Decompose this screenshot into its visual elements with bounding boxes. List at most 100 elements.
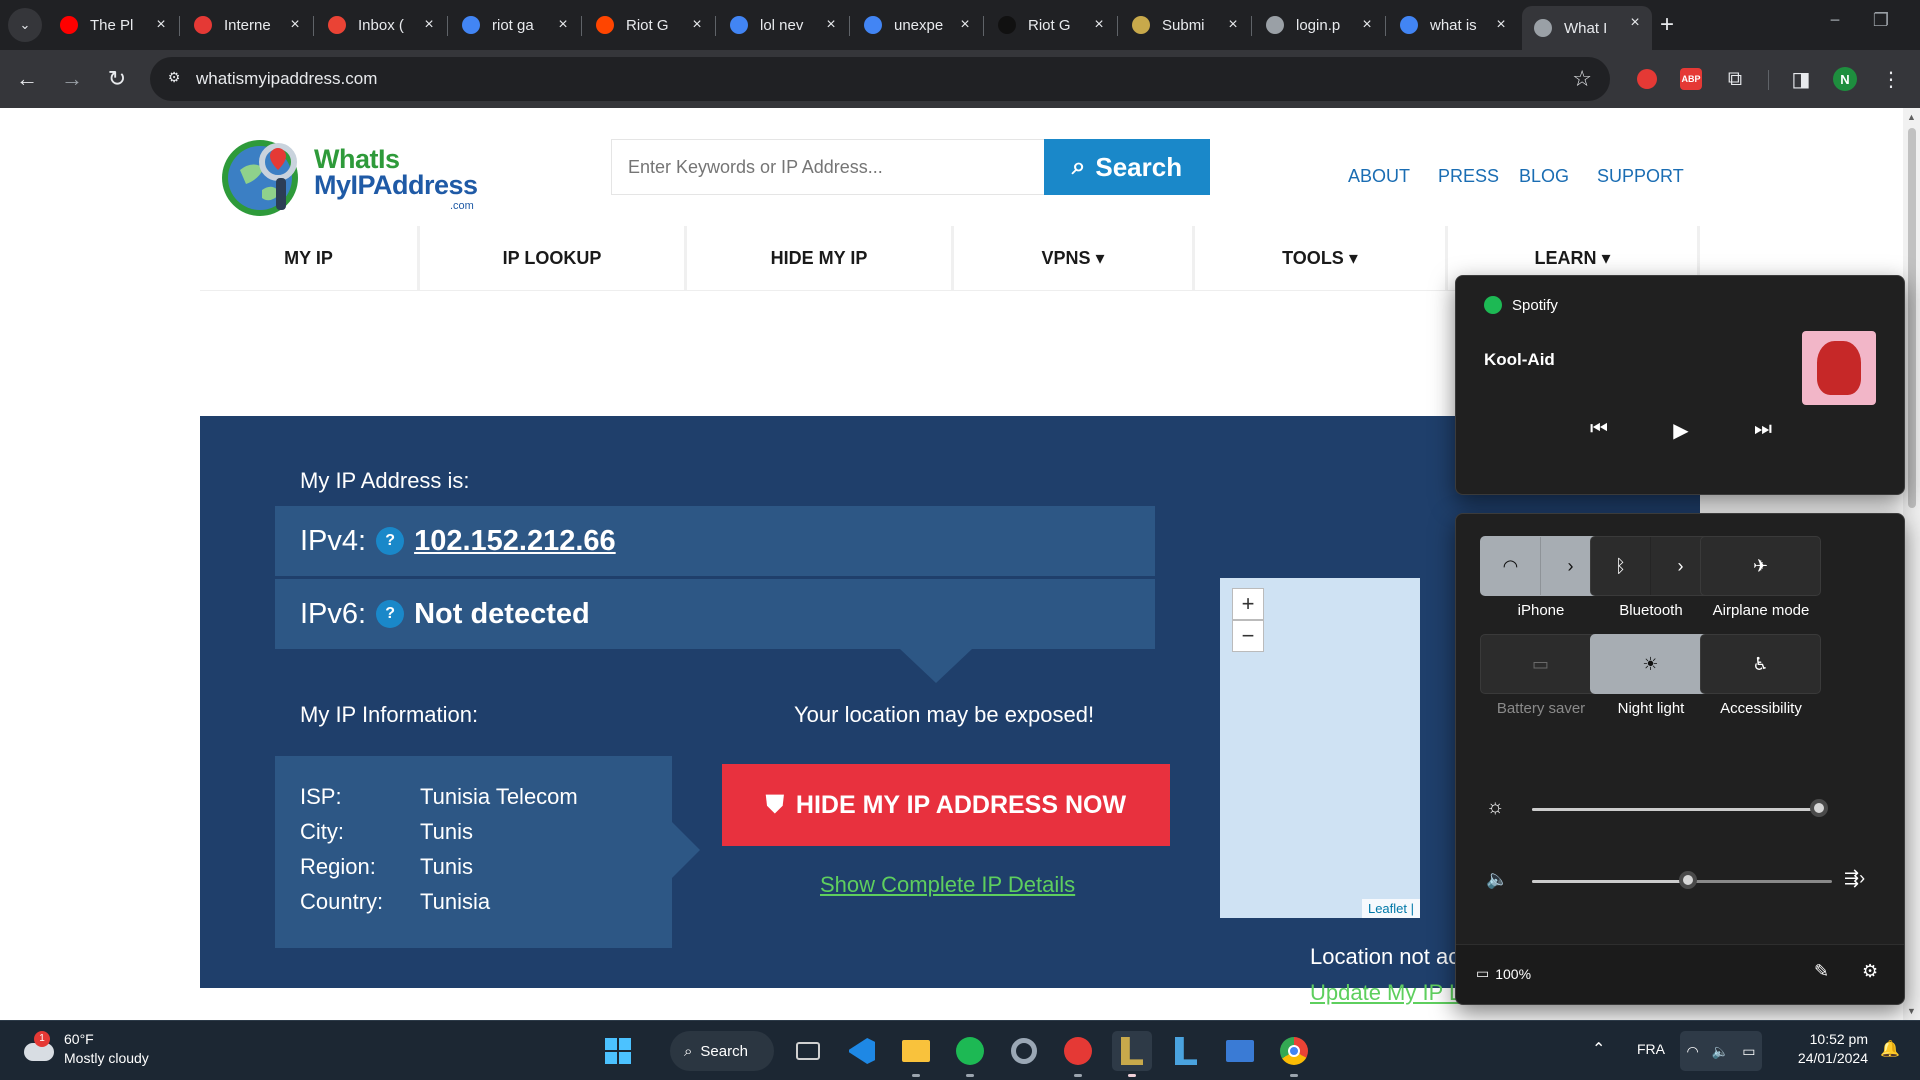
quick-setting-accessibility[interactable]: ♿ [1700,634,1821,694]
quick-setting-bluetooth[interactable]: ᛒ › [1590,536,1711,596]
close-tab-icon[interactable]: × [420,16,438,34]
taskbar-spotify[interactable] [950,1031,990,1077]
browser-tab[interactable]: unexpe × [852,8,982,42]
link-blog[interactable]: BLOG [1519,166,1569,187]
new-tab-button[interactable]: + [1652,10,1682,40]
site-search-button[interactable]: ⌕ Search [1044,139,1210,195]
taskbar-riot-client[interactable] [1058,1031,1098,1077]
scroll-up-arrow-icon[interactable]: ▲ [1907,112,1916,122]
forward-button[interactable]: → [55,62,89,96]
browser-tab[interactable]: Submi × [1120,8,1250,42]
close-tab-icon[interactable]: × [822,16,840,34]
taskbar-settings[interactable] [1004,1031,1044,1071]
weather-widget[interactable]: 1 [20,1031,60,1071]
page-scrollbar[interactable]: ▲ ▼ [1903,108,1920,1020]
audio-output-icon[interactable]: ⇶› [1844,868,1865,889]
site-info-icon[interactable]: ⚙ [164,69,184,89]
input-language[interactable]: FRA [1637,1041,1665,1057]
taskbar-chrome[interactable] [1274,1031,1314,1077]
quick-setting-night-light[interactable]: ☀ [1590,634,1711,694]
map-zoom-out-button[interactable]: − [1232,620,1264,652]
close-tab-icon[interactable]: × [152,16,170,34]
link-about[interactable]: ABOUT [1348,166,1410,187]
nav-ip-lookup[interactable]: IP LOOKUP [420,226,687,290]
bookmark-star-icon[interactable]: ☆ [1572,66,1592,92]
taskbar-league-launcher[interactable] [1166,1031,1206,1071]
tab-search-button[interactable]: ⌄ [8,8,42,42]
volume-icon[interactable]: 🔈 [1486,869,1508,890]
restore-button[interactable]: ❐ [1866,10,1896,31]
battery-status[interactable]: ▭ 100% [1476,965,1531,982]
url-text[interactable]: whatismyipaddress.com [196,69,377,89]
more-menu-icon[interactable]: ⋮ [1876,64,1906,94]
browser-tab[interactable]: The Pl × [48,8,178,42]
address-bar[interactable]: ⚙ whatismyipaddress.com ☆ [150,57,1610,101]
browser-tab[interactable]: riot ga × [450,8,580,42]
extension-red-icon[interactable] [1632,64,1662,94]
close-tab-icon[interactable]: × [1492,16,1510,34]
quick-setting-airplane-mode[interactable]: ✈ [1700,536,1821,596]
site-search-input[interactable] [611,139,1045,195]
ipv4-help-icon[interactable]: ? [376,527,405,555]
quick-setting-iphone[interactable]: ◠ › [1480,536,1601,596]
link-press[interactable]: PRESS [1438,166,1499,187]
close-tab-icon[interactable]: × [1224,16,1242,34]
nav-hide-my-ip[interactable]: HIDE MY IP [687,226,954,290]
side-panel-icon[interactable]: ◨ [1786,64,1816,94]
map-attribution[interactable]: Leaflet | [1361,899,1420,918]
hide-my-ip-button[interactable]: ⛊ HIDE MY IP ADDRESS NOW [722,764,1170,846]
browser-tab[interactable]: lol nev × [718,8,848,42]
minimize-button[interactable]: − [1820,10,1850,31]
edit-pencil-icon[interactable]: ✎ [1814,961,1829,982]
scrollbar-thumb[interactable] [1908,128,1916,508]
close-tab-icon[interactable]: × [286,16,304,34]
browser-tab[interactable]: Riot G × [986,8,1116,42]
previous-track-button[interactable]: ⏮ [1584,418,1614,448]
ipv6-help-icon[interactable]: ? [376,600,405,628]
taskbar-league-client[interactable] [1112,1031,1152,1077]
notification-bell-icon[interactable]: 🔔 [1880,1039,1900,1059]
play-button[interactable]: ▶ [1666,418,1696,448]
settings-gear-icon[interactable]: ⚙ [1862,961,1878,982]
clock-time[interactable]: 10:52 pm [1788,1031,1868,1047]
taskbar-monitor-app[interactable] [1220,1031,1260,1071]
task-view-button[interactable] [788,1031,828,1071]
site-logo[interactable]: WhatIs MyIPAddress .com [218,132,488,222]
browser-tab[interactable]: Inbox (× [316,8,446,42]
clock-date[interactable]: 24/01/2024 [1788,1050,1868,1066]
browser-tab[interactable]: what is × [1388,8,1518,42]
taskbar-file-explorer[interactable] [896,1031,936,1077]
nav-my-ip[interactable]: MY IP [200,226,420,290]
close-tab-icon[interactable]: × [554,16,572,34]
profile-avatar[interactable]: N [1830,64,1860,94]
back-button[interactable]: ← [10,62,44,96]
close-tab-icon[interactable]: × [1358,16,1376,34]
start-button[interactable] [598,1031,638,1071]
close-tab-icon[interactable]: × [956,16,974,34]
adblock-plus-icon[interactable]: ABP [1676,64,1706,94]
brightness-slider-knob[interactable] [1810,799,1829,817]
next-track-button[interactable]: ⏭ [1748,418,1778,448]
close-tab-icon[interactable]: × [1090,16,1108,34]
scroll-down-arrow-icon[interactable]: ▼ [1907,1006,1916,1016]
tray-overflow-chevron-icon[interactable]: ⌃ [1592,1039,1605,1059]
volume-slider-knob[interactable] [1679,871,1697,889]
browser-tab[interactable]: Riot G × [584,8,714,42]
nav-vpns[interactable]: VPNS ▾ [954,226,1195,290]
taskbar-vscode[interactable] [842,1031,882,1071]
nav-tools[interactable]: TOOLS ▾ [1195,226,1448,290]
map-zoom-in-button[interactable]: + [1232,588,1264,620]
ipv4-value[interactable]: 102.152.212.66 [414,525,616,558]
browser-tab[interactable]: What I × [1522,6,1652,50]
browser-tab[interactable]: login.p × [1254,8,1384,42]
update-location-link[interactable]: Update My IP L [1310,980,1461,1006]
extensions-puzzle-icon[interactable]: ⧉ [1720,64,1750,94]
close-tab-icon[interactable]: × [1626,14,1644,32]
link-support[interactable]: SUPPORT [1597,166,1684,187]
show-details-link[interactable]: Show Complete IP Details [820,872,1075,898]
taskbar-search[interactable]: ⌕ Search [670,1031,774,1071]
reload-button[interactable]: ↻ [100,62,134,96]
system-tray-status[interactable]: ◠ 🔈 ▭ [1680,1031,1762,1071]
close-tab-icon[interactable]: × [688,16,706,34]
browser-tab[interactable]: Interne × [182,8,312,42]
